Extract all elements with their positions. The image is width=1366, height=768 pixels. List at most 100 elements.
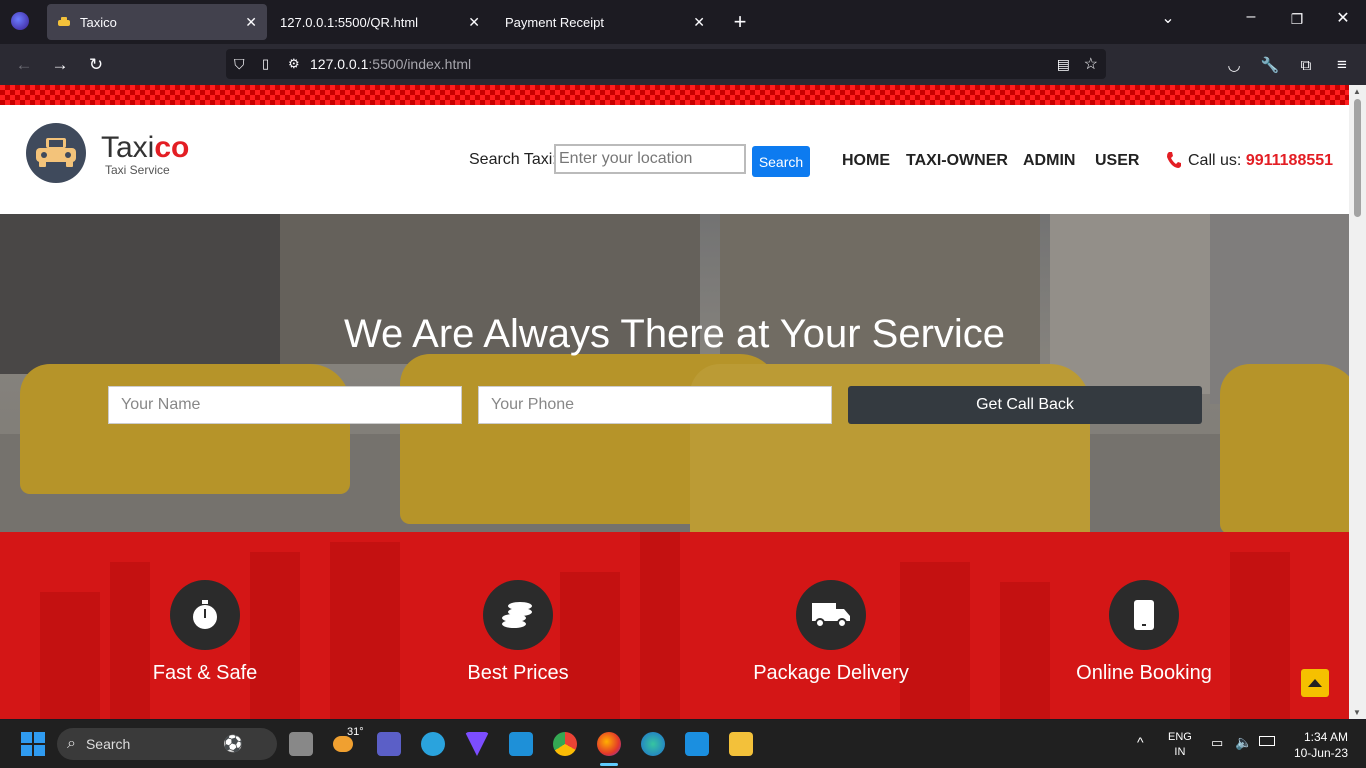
task-view-icon[interactable] [289,732,313,756]
language-indicator[interactable]: ENG IN [1168,730,1192,760]
truck-icon [796,580,866,650]
active-app-indicator [600,763,618,766]
scroll-down-icon[interactable]: ▼ [1353,708,1361,717]
brand-accent: co [154,131,190,164]
search-icon: ⌕ [67,735,76,752]
network-icon[interactable]: ▭ [1211,735,1223,751]
new-tab-button[interactable]: + [726,9,754,35]
tab-label: Taxico [80,14,117,30]
widget-sports-icon: ⚽ [223,736,243,753]
caret-up-icon [1308,679,1322,687]
tab-taxico[interactable]: Taxico ✕ [47,4,267,40]
back-button[interactable]: ← [11,52,37,78]
close-window-button[interactable]: ✕ [1329,8,1357,28]
restore-button[interactable]: ❐ [1283,11,1311,28]
taxi-favicon-icon [57,15,71,29]
call-us: Call us: 9911188551 [1188,152,1333,170]
scroll-up-icon[interactable]: ▲ [1353,87,1361,96]
mobile-icon [1109,580,1179,650]
tab-label: Payment Receipt [505,14,604,30]
remote-desktop-icon[interactable] [509,732,533,756]
feature-package-delivery: Package Delivery [701,580,961,685]
close-tab-icon[interactable]: ✕ [468,14,480,31]
windows-taskbar: ⌕ Search ⚽ 31° ^ ENG IN ▭ 🔈 1:34 AM 10-J… [0,720,1366,768]
nav-admin[interactable]: ADMIN [1023,152,1075,170]
vscode-icon[interactable] [685,732,709,756]
hero-title: We Are Always There at Your Service [343,312,1006,356]
firefox-icon[interactable] [11,12,29,30]
stopwatch-icon [170,580,240,650]
nav-user[interactable]: USER [1095,152,1139,170]
pocket-icon[interactable]: ◡ [1221,52,1247,78]
coins-icon [483,580,553,650]
reader-view-icon[interactable]: ▤ [1057,56,1070,73]
nav-taxi-owner[interactable]: TAXI-OWNER [906,152,1008,170]
webpage: Taxico Taxi Service Search Taxi: Search … [0,85,1349,719]
minimize-button[interactable]: – [1237,8,1265,26]
your-phone-input[interactable] [478,386,832,424]
windows-start-icon[interactable] [21,732,45,756]
features-section: Fast & Safe Best Prices Package Delivery… [0,532,1349,719]
volume-icon[interactable]: 🔈 [1235,734,1252,751]
clock[interactable]: 1:34 AM 10-Jun-23 [1288,729,1348,761]
bookmark-star-icon[interactable]: ☆ [1084,54,1098,74]
menu-icon[interactable]: ≡ [1329,52,1355,78]
firefox-taskbar-icon[interactable] [597,732,621,756]
feature-label: Online Booking [1076,662,1212,684]
hero-overlay [0,214,1349,532]
location-search-input[interactable] [554,144,746,174]
forward-button[interactable]: → [47,52,73,78]
brand-name[interactable]: Taxico [101,131,189,165]
feature-fast-safe: Fast & Safe [75,580,335,685]
page-scrollbar[interactable]: ▲ ▼ [1349,85,1366,719]
weather-widget-icon[interactable]: 31° [333,726,364,756]
scrollbar-thumb[interactable] [1354,99,1361,217]
tab-qr[interactable]: 127.0.0.1:5500/QR.html ✕ [270,4,490,40]
brand-main: Taxi [101,131,155,164]
wrench-icon[interactable]: 🔧 [1257,52,1283,78]
shield-icon[interactable]: ⛉ [234,56,250,73]
close-tab-icon[interactable]: ✕ [245,14,257,31]
page-icon: ▯ [262,56,270,71]
language-code: ENG [1168,731,1192,743]
teams-icon[interactable] [377,732,401,756]
browser-nav-bar: ← → ↻ ⛉ ▯ ⚙ 127.0.0.1:5500/index.html ▤ … [0,44,1366,85]
url-host: 127.0.0.1 [310,56,369,72]
weather-temp: 31° [347,726,364,738]
browser-tab-bar: Taxico ✕ 127.0.0.1:5500/QR.html ✕ Paymen… [0,0,1366,44]
edge-icon[interactable] [641,732,665,756]
region-code: IN [1174,746,1186,758]
clock-date: 10-Jun-23 [1293,746,1348,760]
url-path: :5500/index.html [368,56,472,72]
extensions-icon[interactable]: ⧉ [1293,52,1319,78]
taskbar-search-box[interactable]: ⌕ Search ⚽ [57,728,277,760]
taxi-logo-icon[interactable] [26,123,86,183]
tab-payment-receipt[interactable]: Payment Receipt ✕ [495,4,715,40]
taskbar-search-label: Search [85,736,131,752]
brand-tagline: Taxi Service [105,163,170,177]
back-to-top-button[interactable] [1301,669,1329,697]
permissions-icon[interactable]: ⚙ [288,56,308,72]
url-bar[interactable]: ⛉ ▯ ⚙ 127.0.0.1:5500/index.html ▤ ☆ [226,49,1106,79]
get-call-back-button[interactable]: Get Call Back [848,386,1202,424]
file-explorer-icon[interactable] [729,732,753,756]
tab-label: 127.0.0.1:5500/QR.html [280,14,419,30]
reload-button[interactable]: ↻ [83,52,109,78]
your-name-input[interactable] [108,386,462,424]
feature-label: Best Prices [467,662,569,684]
search-button[interactable]: Search [752,146,810,177]
proton-vpn-icon[interactable] [465,732,489,756]
feature-best-prices: Best Prices [388,580,648,685]
checkered-top-border [0,85,1349,105]
close-tab-icon[interactable]: ✕ [693,14,705,31]
hero-section: We Are Always There at Your Service Get … [0,214,1349,532]
feature-label: Fast & Safe [152,662,258,684]
telegram-icon[interactable] [421,732,445,756]
nav-home[interactable]: HOME [842,152,890,170]
battery-icon[interactable] [1259,736,1275,746]
call-number[interactable]: 9911188551 [1246,152,1333,169]
show-hidden-icons-chevron-icon[interactable]: ^ [1137,734,1144,750]
clock-time: 1:34 AM [1303,730,1348,744]
list-tabs-chevron-icon[interactable]: ⌄ [1154,8,1182,28]
chrome-icon[interactable] [553,732,577,756]
